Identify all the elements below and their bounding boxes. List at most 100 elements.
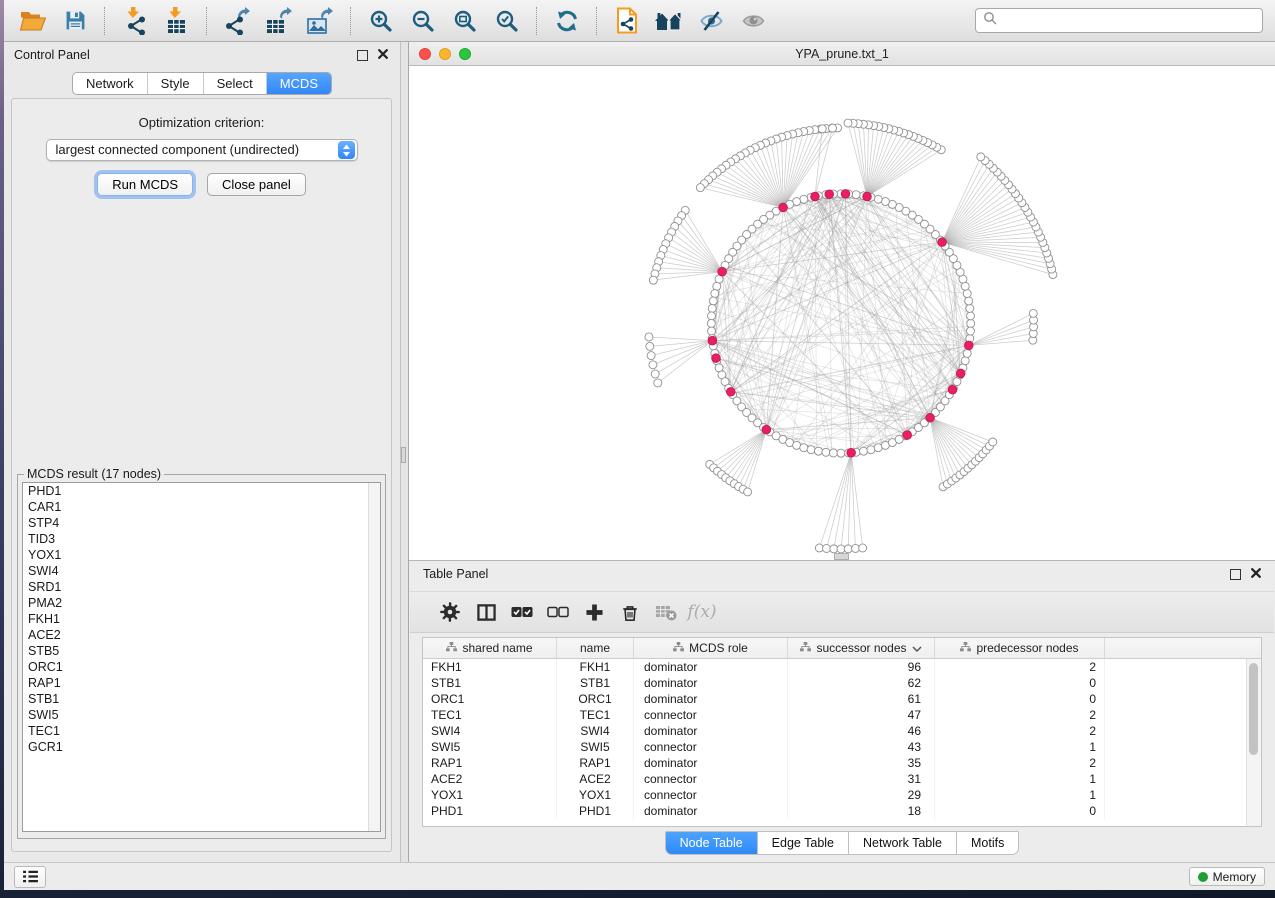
- show-columns-icon[interactable]: [468, 603, 504, 622]
- mcds-node[interactable]: [965, 341, 974, 350]
- mcds-node[interactable]: [811, 192, 820, 201]
- tab-network-table[interactable]: Network Table: [849, 831, 957, 855]
- zoom-out-icon[interactable]: [406, 4, 440, 38]
- unselect-all-icon[interactable]: [540, 606, 576, 618]
- network-node[interactable]: [837, 449, 845, 457]
- mcds-node[interactable]: [903, 431, 912, 440]
- network-node[interactable]: [649, 276, 657, 284]
- tab-node-table[interactable]: Node Table: [665, 831, 758, 855]
- mcds-result-item[interactable]: ACE2: [23, 627, 380, 643]
- mcds-result-item[interactable]: STP4: [23, 515, 380, 531]
- cell-mcds-role[interactable]: dominator: [634, 675, 788, 691]
- table-scrollbar[interactable]: [1246, 659, 1261, 826]
- network-node[interactable]: [967, 319, 975, 327]
- mcds-result-item[interactable]: SWI5: [23, 707, 380, 723]
- mcds-result-item[interactable]: RAP1: [23, 675, 380, 691]
- cell-predecessor-nodes[interactable]: 0: [935, 691, 1105, 707]
- mcds-result-item[interactable]: GCR1: [23, 739, 380, 755]
- cell-successor-nodes[interactable]: 46: [788, 723, 935, 739]
- result-list-scrollbar[interactable]: [368, 483, 380, 831]
- cell-shared-name[interactable]: RAP1: [423, 755, 557, 771]
- cell-successor-nodes[interactable]: 29: [788, 787, 935, 803]
- cell-predecessor-nodes[interactable]: 2: [935, 755, 1105, 771]
- network-node[interactable]: [844, 545, 852, 553]
- memory-button[interactable]: Memory: [1189, 867, 1265, 886]
- network-node[interactable]: [818, 125, 826, 133]
- network-node[interactable]: [860, 447, 868, 455]
- cell-mcds-role[interactable]: dominator: [634, 755, 788, 771]
- mcds-node[interactable]: [779, 203, 788, 212]
- mcds-node[interactable]: [825, 190, 834, 199]
- float-table-panel-icon[interactable]: [1230, 569, 1241, 580]
- mcds-result-item[interactable]: FKH1: [23, 611, 380, 627]
- mcds-node[interactable]: [938, 238, 947, 247]
- cell-successor-nodes[interactable]: 43: [788, 739, 935, 755]
- vertical-splitter-handle[interactable]: [401, 447, 406, 463]
- close-table-panel-icon[interactable]: [1251, 567, 1261, 581]
- vertical-splitter[interactable]: [400, 42, 409, 862]
- column-header-shared-name[interactable]: shared name: [423, 638, 557, 658]
- mcds-node[interactable]: [726, 388, 735, 397]
- mcds-result-item[interactable]: SWI4: [23, 563, 380, 579]
- close-panel-icon[interactable]: [378, 48, 388, 62]
- cell-name[interactable]: PHD1: [557, 803, 634, 819]
- network-node[interactable]: [966, 304, 974, 312]
- mcds-result-item[interactable]: CAR1: [23, 499, 380, 515]
- table-row[interactable]: SWI5 SWI5 connector 43 1: [423, 739, 1261, 755]
- network-node[interactable]: [696, 184, 704, 192]
- network-node[interactable]: [977, 153, 985, 161]
- network-nodes[interactable]: [645, 119, 1057, 553]
- network-node[interactable]: [645, 333, 653, 341]
- network-node[interactable]: [708, 304, 716, 312]
- column-header-name[interactable]: name: [557, 638, 634, 658]
- open-session-icon[interactable]: [16, 4, 50, 38]
- add-column-icon[interactable]: [576, 604, 612, 621]
- cell-name[interactable]: RAP1: [557, 755, 634, 771]
- network-node[interactable]: [814, 447, 822, 455]
- cell-successor-nodes[interactable]: 18: [788, 803, 935, 819]
- table-row[interactable]: ORC1 ORC1 dominator 61 0: [423, 691, 1261, 707]
- network-node[interactable]: [965, 297, 973, 305]
- cell-predecessor-nodes[interactable]: 1: [935, 739, 1105, 755]
- table-row[interactable]: STB1 STB1 dominator 62 0: [423, 675, 1261, 691]
- import-table-icon[interactable]: [160, 4, 194, 38]
- tab-select[interactable]: Select: [203, 73, 266, 94]
- network-node[interactable]: [829, 449, 837, 457]
- network-node[interactable]: [829, 124, 837, 132]
- network-node[interactable]: [989, 438, 997, 446]
- search-input[interactable]: [1002, 10, 1262, 32]
- select-all-icon[interactable]: [504, 606, 540, 618]
- cell-successor-nodes[interactable]: 47: [788, 707, 935, 723]
- cell-mcds-role[interactable]: connector: [634, 739, 788, 755]
- cell-mcds-role[interactable]: dominator: [634, 659, 788, 675]
- cell-predecessor-nodes[interactable]: 2: [935, 707, 1105, 723]
- network-node[interactable]: [1029, 309, 1037, 317]
- hide-selected-icon[interactable]: [694, 4, 728, 38]
- network-node[interactable]: [654, 379, 662, 387]
- column-header-mcds-role[interactable]: MCDS role: [634, 638, 788, 658]
- mcds-result-item[interactable]: ORC1: [23, 659, 380, 675]
- cell-shared-name[interactable]: ACE2: [423, 771, 557, 787]
- network-node[interactable]: [963, 290, 971, 298]
- mcds-node[interactable]: [762, 425, 771, 434]
- table-row[interactable]: RAP1 RAP1 dominator 35 2: [423, 755, 1261, 771]
- network-canvas[interactable]: [409, 66, 1275, 560]
- table-row[interactable]: ACE2 ACE2 connector 31 1: [423, 771, 1261, 787]
- tab-style[interactable]: Style: [147, 73, 203, 94]
- cell-successor-nodes[interactable]: 96: [788, 659, 935, 675]
- network-node[interactable]: [713, 282, 721, 290]
- mcds-result-item[interactable]: SRD1: [23, 579, 380, 595]
- horizontal-splitter-handle[interactable]: [834, 553, 849, 560]
- mcds-result-item[interactable]: STB1: [23, 691, 380, 707]
- mcds-result-item[interactable]: PHD1: [23, 483, 380, 499]
- column-header-successor-nodes[interactable]: successor nodes: [788, 638, 935, 658]
- cell-shared-name[interactable]: ORC1: [423, 691, 557, 707]
- run-mcds-button[interactable]: Run MCDS: [97, 173, 193, 196]
- delete-column-icon[interactable]: [612, 603, 648, 622]
- zoom-selected-icon[interactable]: [490, 4, 524, 38]
- mcds-result-item[interactable]: YOX1: [23, 547, 380, 563]
- cell-name[interactable]: FKH1: [557, 659, 634, 675]
- column-header-predecessor-nodes[interactable]: predecessor nodes: [935, 638, 1105, 658]
- optimization-criterion-select[interactable]: largest connected component (undirected): [46, 139, 358, 161]
- cell-shared-name[interactable]: PHD1: [423, 803, 557, 819]
